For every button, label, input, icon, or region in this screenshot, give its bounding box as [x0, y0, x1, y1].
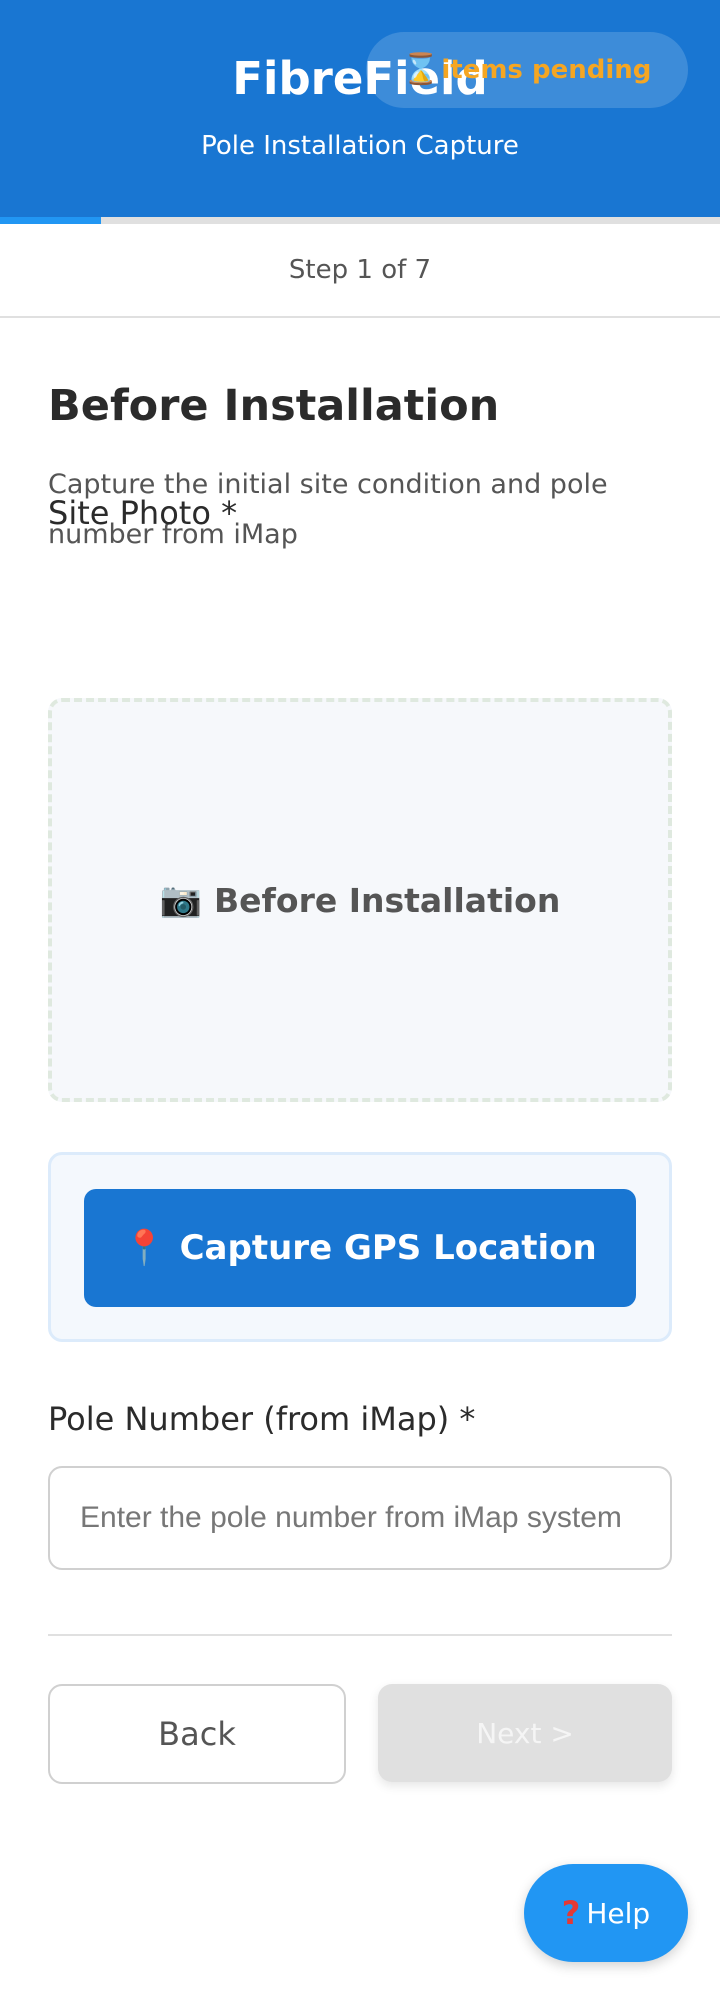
- next-button[interactable]: Next >: [378, 1684, 672, 1782]
- capture-gps-button[interactable]: 📍 Capture GPS Location: [84, 1189, 636, 1307]
- map-pin-icon: 📍: [123, 1228, 166, 1268]
- pole-number-label: Pole Number (from iMap) *: [48, 1400, 476, 1438]
- gps-panel: 📍 Capture GPS Location: [48, 1152, 672, 1342]
- app-subtitle: Pole Installation Capture: [201, 131, 519, 161]
- pending-items-badge[interactable]: ⌛ items pending: [366, 32, 688, 108]
- help-label: Help: [586, 1896, 651, 1930]
- back-button[interactable]: Back: [48, 1684, 346, 1784]
- progress-bar-fill: [0, 217, 101, 224]
- pole-number-input[interactable]: [48, 1466, 672, 1570]
- camera-icon: 📷: [159, 880, 203, 920]
- divider: [48, 1634, 672, 1636]
- pending-items-label: items pending: [441, 55, 652, 85]
- progress-bar: [0, 217, 720, 224]
- hourglass-icon: ⌛: [402, 53, 440, 86]
- site-photo-capture[interactable]: 📷 Before Installation: [48, 698, 672, 1102]
- site-photo-placeholder-text: Before Installation: [214, 880, 561, 920]
- site-photo-label: Site Photo *: [48, 494, 238, 532]
- section-title: Before Installation: [48, 381, 500, 431]
- help-button[interactable]: ? Help: [524, 1864, 688, 1962]
- step-indicator-text: Step 1 of 7: [288, 255, 432, 285]
- app-header: FibreField Pole Installation Capture ⌛ i…: [0, 0, 720, 217]
- site-photo-placeholder: 📷 Before Installation: [160, 880, 561, 920]
- step-indicator: Step 1 of 7: [0, 224, 720, 318]
- question-icon: ?: [561, 1894, 581, 1932]
- capture-gps-label: Capture GPS Location: [179, 1228, 597, 1268]
